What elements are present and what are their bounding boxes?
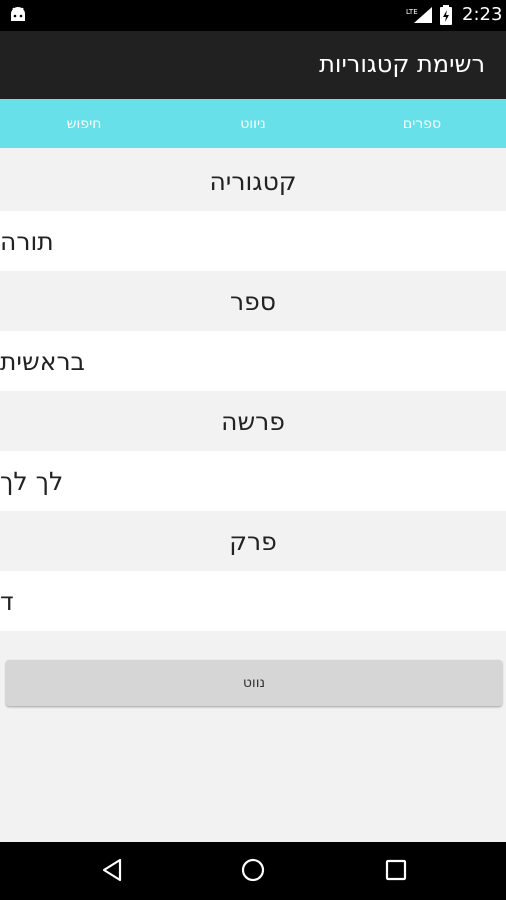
tab-books[interactable]: ספרים (338, 99, 506, 148)
tab-bar: חיפוש ניווט ספרים (0, 99, 506, 148)
app-bar: רשימת קטגוריות (0, 31, 506, 99)
android-icon (8, 5, 28, 29)
book-header: ספר (0, 271, 506, 331)
svg-text:LTE: LTE (406, 8, 418, 16)
category-header: קטגוריה (0, 151, 506, 211)
status-bar: LTE 2:23 (0, 0, 506, 31)
tab-navigate[interactable]: ניווט (169, 99, 337, 148)
battery-icon (440, 5, 452, 29)
system-nav-bar (0, 842, 506, 900)
category-list: קטגוריה תורה ספר בראשית פרשה לך לך פרק ד (0, 151, 506, 631)
status-clock: 2:23 (462, 4, 503, 25)
chapter-value-row[interactable]: ד (0, 571, 506, 631)
chapter-header: פרק (0, 511, 506, 571)
recent-apps-icon[interactable] (384, 857, 408, 887)
book-value-row[interactable]: בראשית (0, 331, 506, 391)
back-icon[interactable] (100, 857, 124, 887)
tab-search[interactable]: חיפוש (0, 99, 168, 148)
lte-signal-icon: LTE (406, 6, 434, 28)
home-icon[interactable] (240, 857, 266, 887)
parasha-value-row[interactable]: לך לך (0, 451, 506, 511)
page-title: רשימת קטגוריות (319, 50, 485, 78)
navigate-button[interactable]: נווט (6, 660, 502, 706)
parasha-header: פרשה (0, 391, 506, 451)
category-value-row[interactable]: תורה (0, 211, 506, 271)
